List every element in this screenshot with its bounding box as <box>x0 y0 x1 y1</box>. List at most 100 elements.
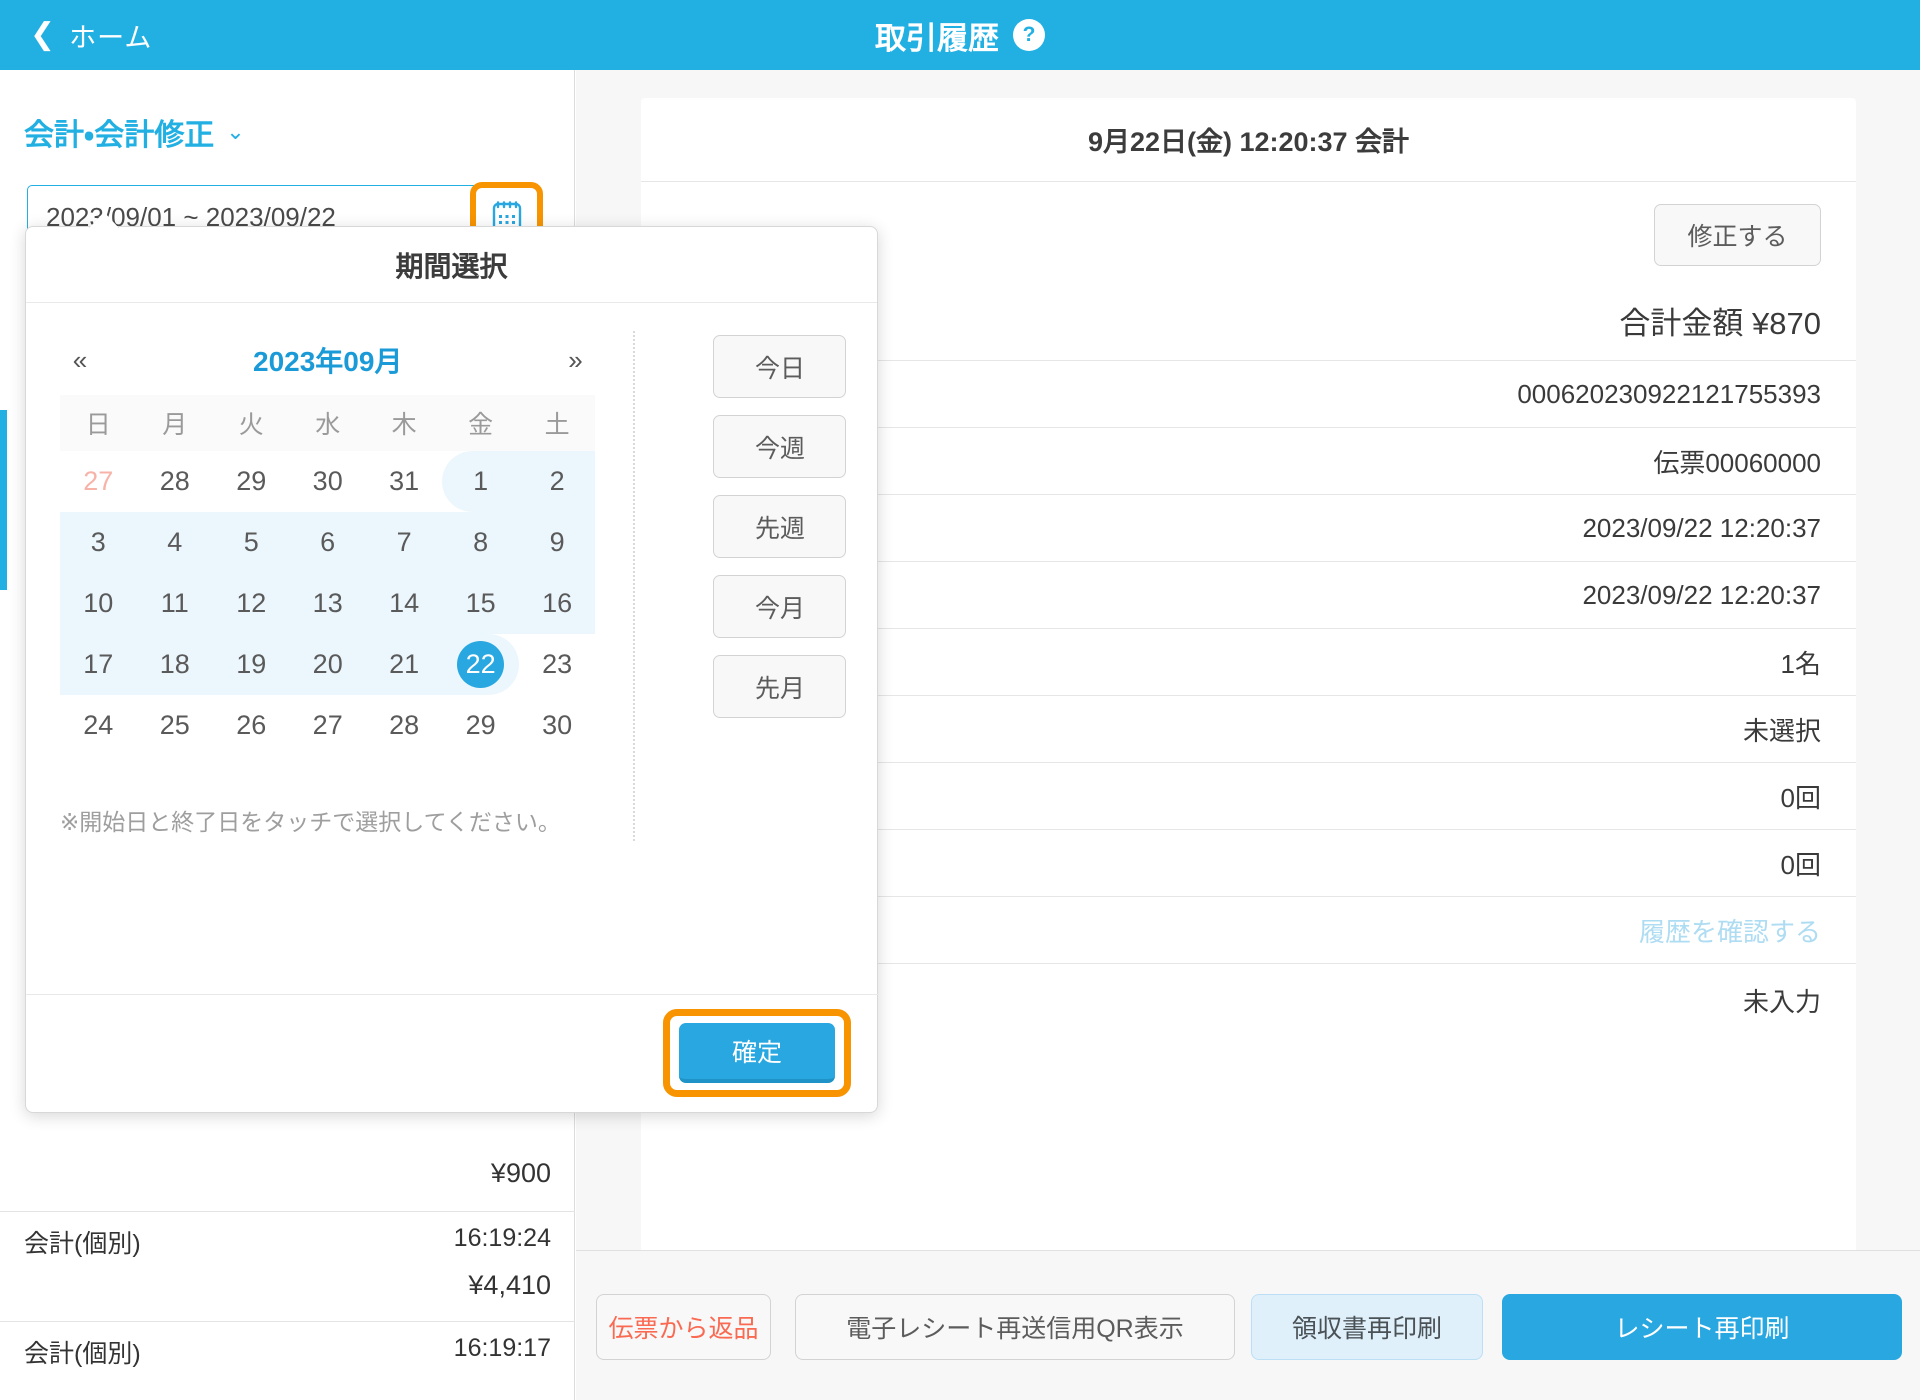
question-mark-icon[interactable]: ? <box>1013 19 1045 51</box>
calendar-day[interactable]: 14 <box>365 573 443 634</box>
calendar-day[interactable]: 27 <box>60 451 136 512</box>
calendar-day[interactable]: 10 <box>60 573 137 634</box>
calendar-day-number: 3 <box>90 527 106 557</box>
calendar-day-number: 17 <box>83 649 114 679</box>
confirm-button[interactable]: 確定 <box>679 1023 835 1083</box>
fix-button-wrap: 修正する <box>1654 204 1821 266</box>
calendar-day-number: 26 <box>236 710 267 740</box>
calendar-day[interactable]: 21 <box>365 634 443 695</box>
ereceipt-qr-button[interactable]: 電子レシート再送信用QR表示 <box>795 1294 1235 1360</box>
calendar-day[interactable]: 27 <box>289 695 365 756</box>
calendar-day[interactable]: 4 <box>136 512 213 573</box>
transaction-type-filter[interactable]: 会計・会計修正 ⌄ <box>24 110 245 154</box>
calendar-day[interactable]: 1 <box>442 451 520 512</box>
calendar-grid: 日 月 火 水 木 金 土 27 28 29 30 31 1 2 3 4 5 6 7 8 9 10 11 12 1… <box>60 395 596 756</box>
list-item-label: 会計(個別) <box>24 1230 141 1258</box>
weekday-header: 月 <box>136 395 213 451</box>
row-value: 未入力 <box>1742 987 1821 1017</box>
reprint-receipt-button[interactable]: 領収書再印刷 <box>1251 1294 1483 1360</box>
calendar-day[interactable]: 30 <box>519 695 596 756</box>
calendar-day-number: 28 <box>159 466 190 496</box>
calendar-week-row: 17 18 19 20 21 22 23 <box>60 634 595 695</box>
calendar-day-number: 31 <box>389 466 420 496</box>
calendar-day[interactable]: 3 <box>60 512 137 573</box>
calendar-day[interactable]: 19 <box>212 634 290 695</box>
calendar-day-number: 24 <box>83 710 114 740</box>
calendar-day[interactable]: 6 <box>289 512 366 573</box>
calendar-day[interactable]: 17 <box>60 634 137 695</box>
row-value: 0回 <box>1780 849 1821 880</box>
calendar-day[interactable]: 25 <box>136 695 212 756</box>
view-history-link[interactable]: 履歴を確認する <box>1639 912 1821 949</box>
list-item[interactable]: ¥900 <box>0 1150 575 1212</box>
calendar-day[interactable]: 2 <box>518 451 596 512</box>
calendar-day[interactable]: 16 <box>518 573 596 634</box>
calendar-shortcut-1[interactable]: 今週 <box>713 415 847 478</box>
calendar-shortcut-column: 今日今週先週今月先月 <box>629 303 877 933</box>
double-chevron-right-icon[interactable]: » <box>555 345 595 376</box>
calendar-day-number: 5 <box>243 527 259 557</box>
calendar-day[interactable]: 18 <box>136 634 213 695</box>
calendar-day[interactable]: 31 <box>366 451 442 512</box>
return-from-slip-button[interactable]: 伝票から返品 <box>596 1294 771 1360</box>
calendar-shortcut-4[interactable]: 先月 <box>713 655 847 718</box>
popup-title: 期間選択 <box>395 250 508 282</box>
calendar-day[interactable]: 28 <box>366 695 442 756</box>
app-header: ❮ ホーム 取引履歴 ? <box>0 0 1920 70</box>
popup-divider <box>633 331 635 841</box>
calendar-day[interactable]: 26 <box>213 695 289 756</box>
calendar-day-selected[interactable]: 22 <box>442 634 520 695</box>
calendar-day[interactable]: 29 <box>442 695 518 756</box>
calendar-day-number: 29 <box>465 710 496 740</box>
calendar-day[interactable]: 28 <box>136 451 212 512</box>
calendar-weekday-row: 日 月 火 水 木 金 土 <box>60 395 596 451</box>
calendar-day-number: 30 <box>312 466 343 496</box>
reprint-slip-button[interactable]: レシート再印刷 <box>1502 1294 1902 1360</box>
edit-transaction-button[interactable]: 修正する <box>1654 204 1821 266</box>
total-amount: 合計金額 ¥870 <box>1619 306 1821 341</box>
calendar-month-label: 2023年09月 <box>253 346 403 377</box>
weekday-header: 水 <box>289 395 366 451</box>
calendar-day-number: 19 <box>236 649 267 679</box>
calendar-body: 27 28 29 30 31 1 2 3 4 5 6 7 8 9 10 11 12 13 14 15 16 17 18 19 2… <box>60 451 596 756</box>
list-item-label: 会計(個別) <box>24 1340 141 1368</box>
bottom-toolbar: 伝票から返品 電子レシート再送信用QR表示 領収書再印刷 レシート再印刷 <box>576 1250 1920 1400</box>
row-value: 1名 <box>1780 648 1821 679</box>
calendar-day[interactable]: 13 <box>289 573 366 634</box>
calendar-day[interactable]: 7 <box>365 512 443 573</box>
list-item[interactable]: 会計(個別) 16:19:24 ¥4,410 <box>0 1212 575 1322</box>
calendar-day-number: 6 <box>320 527 336 557</box>
calendar-shortcut-2[interactable]: 先週 <box>713 495 847 558</box>
calendar-day-number: 10 <box>83 588 114 618</box>
calendar-day[interactable]: 15 <box>442 573 519 634</box>
calendar-day[interactable]: 30 <box>289 451 365 512</box>
calendar-week-row: 24 25 26 27 28 29 30 <box>60 695 595 756</box>
calendar-day[interactable]: 24 <box>60 695 136 756</box>
transaction-type-filter-label: 会計・会計修正 <box>24 119 215 152</box>
calendar-day[interactable]: 12 <box>212 573 290 634</box>
calendar-day-number: 1 <box>473 466 489 496</box>
calendar-day[interactable]: 23 <box>519 634 596 695</box>
row-value: 未選択 <box>1742 715 1821 746</box>
calendar-day[interactable]: 29 <box>213 451 289 512</box>
double-chevron-left-icon[interactable]: « <box>60 345 100 376</box>
calendar-day-number: 15 <box>465 588 496 618</box>
calendar-day[interactable]: 11 <box>136 573 213 634</box>
row-value: 2023/09/22 12:20:37 <box>1582 512 1821 543</box>
page-title-group: 取引履歴 ? <box>0 0 1920 70</box>
calendar-column: « 2023年09月 » 日 月 火 水 木 金 土 27 28 29 30 3… <box>26 303 629 933</box>
calendar-shortcut-0[interactable]: 今日 <box>713 335 847 398</box>
page-title: 取引履歴 <box>875 20 999 56</box>
list-item-time: 16:19:24 <box>453 1224 551 1252</box>
calendar-day[interactable]: 9 <box>518 512 596 573</box>
calendar-day-number: 13 <box>312 588 343 618</box>
weekday-header: 土 <box>518 395 596 451</box>
calendar-day[interactable]: 5 <box>212 512 290 573</box>
calendar-day[interactable]: 8 <box>442 512 519 573</box>
calendar-day-number: 29 <box>236 466 267 496</box>
calendar-week-row: 10 11 12 13 14 15 16 <box>60 573 596 634</box>
calendar-shortcut-3[interactable]: 今月 <box>713 575 847 638</box>
list-item[interactable]: 会計(個別) 16:19:17 <box>0 1322 575 1400</box>
calendar-day-number: 30 <box>542 710 573 740</box>
calendar-day[interactable]: 20 <box>289 634 366 695</box>
